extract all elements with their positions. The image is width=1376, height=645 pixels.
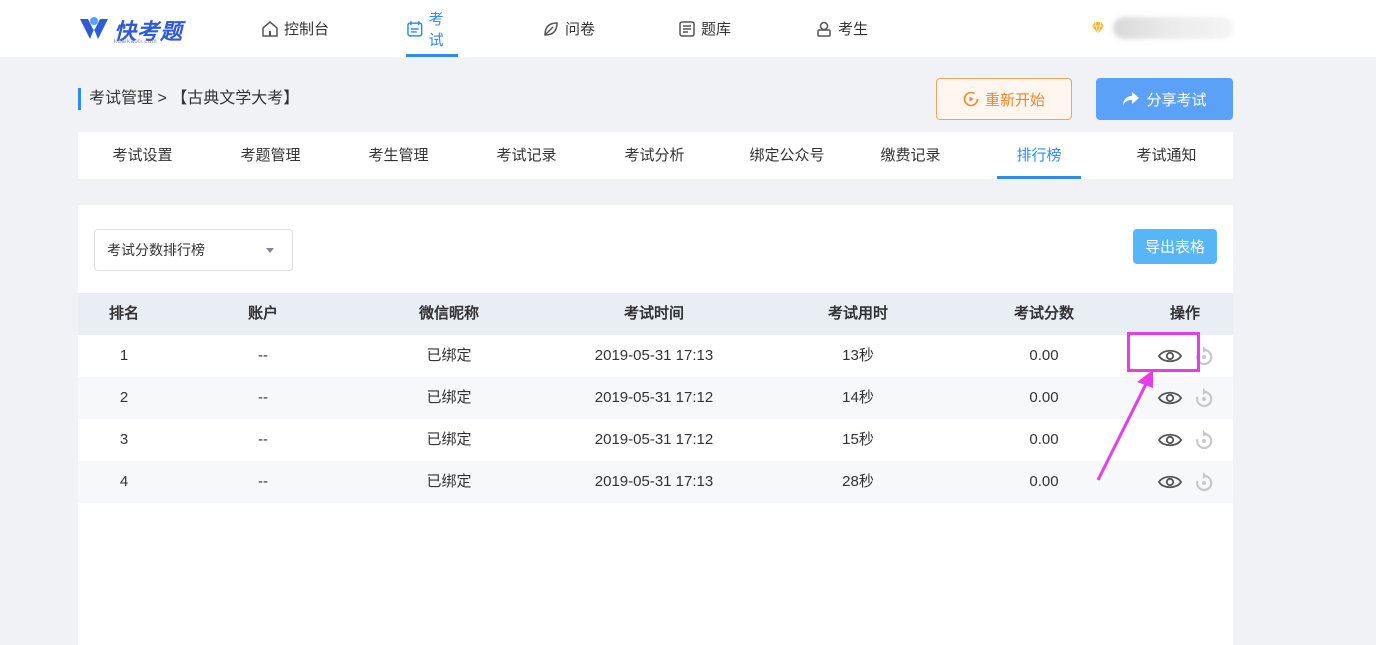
- annotation-arrow: [1096, 370, 1153, 481]
- view-eye-icon[interactable]: [1158, 388, 1182, 408]
- vip-diamond-icon: [1092, 22, 1104, 34]
- cell-account: --: [258, 347, 268, 364]
- cell-exam-time: 2019-05-31 17:13: [594, 473, 714, 490]
- ranking-type-value: 考试分数排行榜: [107, 242, 205, 258]
- tab-examinee-management[interactable]: 考生管理: [352, 132, 445, 179]
- chevron-down-icon: [266, 248, 274, 253]
- leaf-icon: [544, 21, 558, 36]
- nav-item-label: 题库: [701, 21, 732, 38]
- cell-duration: 13秒: [842, 347, 874, 364]
- table-row: 3 -- 已绑定 2019-05-31 17:12 15秒 0.00: [78, 419, 1233, 461]
- restart-button[interactable]: 重新开始: [936, 78, 1072, 120]
- brand-logo[interactable]: 快考题 kuaikaoti.com: [78, 13, 186, 47]
- column-header-account: 账户: [247, 305, 279, 322]
- top-navbar: 快考题 kuaikaoti.com 控制台 考试 问卷 题库 考生: [0, 0, 1376, 57]
- nav-item-dashboard[interactable]: 控制台: [261, 0, 329, 57]
- cell-duration: 28秒: [842, 473, 874, 490]
- column-header-wechat-nickname: 微信昵称: [418, 305, 480, 322]
- cell-wechat-nickname: 已绑定: [426, 389, 472, 406]
- nav-item-question-bank[interactable]: 题库: [678, 0, 731, 57]
- tab-question-management[interactable]: 考题管理: [224, 132, 317, 179]
- column-header-duration: 考试用时: [827, 305, 889, 322]
- book-icon: [679, 20, 695, 37]
- retake-icon[interactable]: [1194, 429, 1214, 451]
- tab-exam-notification[interactable]: 考试通知: [1120, 132, 1213, 179]
- cell-exam-time: 2019-05-31 17:13: [594, 347, 714, 364]
- highlight-box: [1127, 332, 1200, 372]
- nav-item-survey[interactable]: 问卷: [542, 0, 595, 57]
- cell-score: 0.00: [1029, 431, 1059, 448]
- share-exam-button[interactable]: 分享考试: [1096, 78, 1233, 120]
- cell-wechat-nickname: 已绑定: [426, 431, 472, 448]
- tab-exam-analysis[interactable]: 考试分析: [608, 132, 701, 179]
- column-header-exam-time: 考试时间: [623, 305, 685, 322]
- share-button-label: 分享考试: [1146, 91, 1207, 109]
- nav-item-label: 控制台: [284, 21, 330, 38]
- cell-rank: 2: [119, 389, 129, 406]
- logo-icon: [80, 17, 108, 39]
- calendar-icon: [407, 20, 423, 37]
- user-account-menu[interactable]: [1113, 17, 1233, 39]
- nav-item-exam[interactable]: 考试: [406, 0, 458, 57]
- table-row: 1 -- 已绑定 2019-05-31 17:13 13秒 0.00: [78, 335, 1233, 377]
- tab-payment-records[interactable]: 缴费记录: [864, 132, 957, 179]
- cell-score: 0.00: [1029, 473, 1059, 490]
- cell-account: --: [258, 473, 268, 490]
- nav-item-label: 考生: [838, 21, 869, 38]
- ranking-type-select[interactable]: 考试分数排行榜: [94, 229, 293, 271]
- share-arrow-icon: [1123, 92, 1140, 106]
- cell-account: --: [258, 431, 268, 448]
- cell-rank: 3: [119, 431, 129, 448]
- breadcrumb: 考试管理 > 【古典文学大考】: [78, 88, 299, 110]
- tab-bind-wechat[interactable]: 绑定公众号: [732, 132, 842, 179]
- cell-wechat-nickname: 已绑定: [426, 347, 472, 364]
- exam-tabs: 考试设置 考题管理 考生管理 考试记录 考试分析 绑定公众号 缴费记录 排行榜 …: [78, 132, 1233, 179]
- home-icon: [262, 20, 278, 37]
- cell-exam-time: 2019-05-31 17:12: [594, 389, 714, 406]
- cell-score: 0.00: [1029, 389, 1059, 406]
- table-row: 2 -- 已绑定 2019-05-31 17:12 14秒 0.00: [78, 377, 1233, 419]
- cell-duration: 15秒: [842, 431, 874, 448]
- tab-exam-records[interactable]: 考试记录: [480, 132, 573, 179]
- retake-icon[interactable]: [1194, 471, 1214, 493]
- user-icon: [817, 21, 831, 37]
- nav-item-label: 考试: [428, 10, 444, 49]
- tab-leaderboard[interactable]: 排行榜: [997, 132, 1081, 179]
- column-header-actions: 操作: [1169, 305, 1201, 322]
- cell-wechat-nickname: 已绑定: [426, 473, 472, 490]
- nav-item-label: 问卷: [565, 21, 596, 38]
- column-header-rank: 排名: [108, 305, 140, 322]
- view-eye-icon[interactable]: [1158, 430, 1182, 450]
- view-eye-icon[interactable]: [1158, 472, 1182, 492]
- column-header-score: 考试分数: [1013, 305, 1075, 322]
- tab-exam-settings[interactable]: 考试设置: [96, 132, 189, 179]
- cell-account: --: [258, 389, 268, 406]
- export-table-button[interactable]: 导出表格: [1133, 229, 1217, 264]
- cell-rank: 4: [119, 473, 129, 490]
- cell-score: 0.00: [1029, 347, 1059, 364]
- restart-button-label: 重新开始: [984, 91, 1045, 109]
- restart-icon: [963, 91, 979, 107]
- nav-item-examinee[interactable]: 考生: [815, 0, 868, 57]
- brand-subtitle: kuaikaoti.com: [114, 39, 158, 45]
- cell-duration: 14秒: [842, 389, 874, 406]
- retake-icon[interactable]: [1194, 387, 1214, 409]
- table-header: 排名 账户 微信昵称 考试时间 考试用时 考试分数 操作: [78, 293, 1233, 335]
- cell-rank: 1: [119, 347, 129, 364]
- table-row: 4 -- 已绑定 2019-05-31 17:13 28秒 0.00: [78, 461, 1233, 503]
- leaderboard-panel: 考试分数排行榜 导出表格 排名 账户 微信昵称 考试时间 考试用时 考试分数 操…: [78, 205, 1233, 645]
- cell-exam-time: 2019-05-31 17:12: [594, 431, 714, 448]
